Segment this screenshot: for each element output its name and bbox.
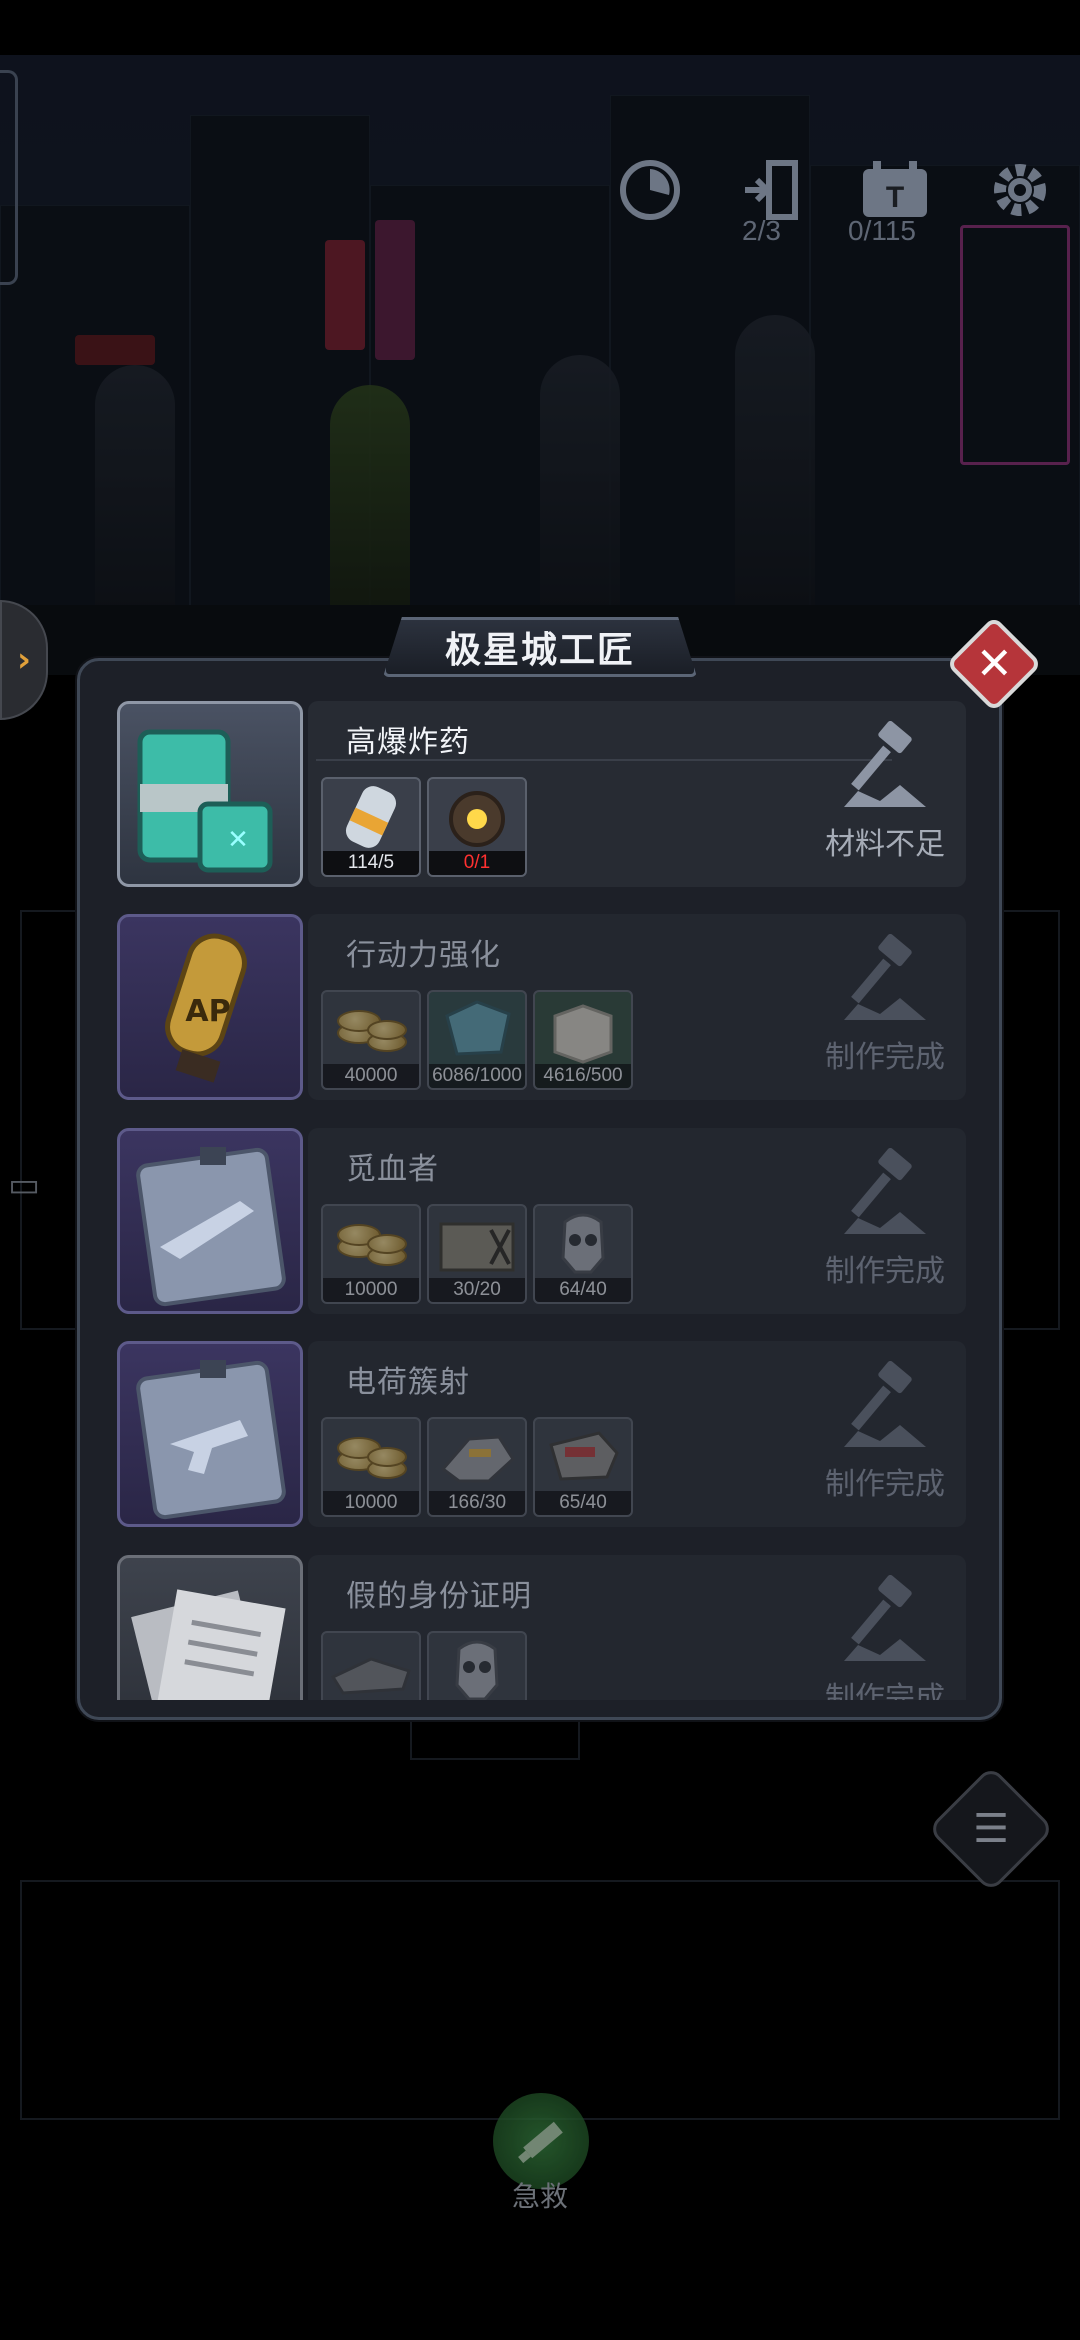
material-count: 6086/1000 [429, 1064, 525, 1088]
material-count: 114/5 [323, 851, 419, 875]
checklist-button[interactable]: ☰ [927, 1765, 1055, 1893]
explosive-crate-icon: ✕ [117, 701, 303, 887]
chevron-right-icon: › [16, 640, 31, 680]
supply-crate-icon [439, 1222, 515, 1272]
material-slot[interactable]: 114/5 [321, 777, 421, 877]
craft-hammer-icon [844, 721, 926, 807]
material-slot[interactable]: 30/20 [427, 1204, 527, 1304]
craft-hammer-icon [844, 934, 926, 1020]
recipe-name: 行动力强化 [346, 938, 501, 973]
craft-status: 制作完成 [825, 1254, 945, 1289]
material-count: 64/40 [535, 1278, 631, 1302]
material-count: 10000 [323, 1278, 419, 1302]
material-slot[interactable]: 10000 [321, 1204, 421, 1304]
recipe-row[interactable]: ✕ 高爆炸药 114/5 0/1 材料不足 [100, 701, 970, 891]
recipe-row[interactable]: 觅血者 10000 30/20 64/40 制作完成 [100, 1128, 970, 1318]
pistol-blueprint-icon [117, 1341, 303, 1527]
recipe-row[interactable]: 电荷簇射 10000 166/30 65/40 制作完成 [100, 1341, 970, 1531]
side-frame [0, 70, 18, 285]
material-slot[interactable]: 6086/1000 [427, 990, 527, 1090]
first-aid-label: 急救 [511, 2180, 568, 2213]
door-count: 2/3 [742, 215, 781, 246]
material-count: 166/30 [429, 1491, 525, 1515]
capsule-icon [345, 786, 397, 848]
material-count: 40000 [323, 1064, 419, 1088]
dialog-title: 极星城工匠 [383, 617, 697, 677]
material-slot[interactable]: 10000 [321, 1417, 421, 1517]
craft-hammer-icon [844, 1575, 926, 1661]
recipe-name: 觅血者 [346, 1152, 439, 1187]
craft-status: 制作完成 [825, 1040, 945, 1075]
material-slot[interactable]: 40000 [321, 990, 421, 1090]
weapon-blueprint-icon [117, 1128, 303, 1314]
craft-hammer-icon [844, 1361, 926, 1447]
material-slot[interactable]: 4616/500 [533, 990, 633, 1090]
ap-booster-icon: AP [117, 914, 303, 1100]
craft-status[interactable]: 材料不足 [800, 819, 970, 863]
documents-icon [117, 1555, 303, 1700]
recipe-row[interactable]: AP 行动力强化 40000 6086/1000 4616/500 制作完成 [100, 914, 970, 1104]
recipe-list[interactable]: ✕ 高爆炸药 114/5 0/1 材料不足 AP 行动力强化 40000 608… [100, 700, 980, 1700]
svg-text:T: T [886, 181, 904, 214]
city-scene [0, 55, 1080, 675]
checklist-icon: ☰ [973, 1806, 1009, 1852]
recipe-name: 电荷簇射 [346, 1365, 470, 1400]
recipe-name: 高爆炸药 [346, 725, 470, 760]
material-slot[interactable]: 0/1 [427, 777, 527, 877]
recipe-row[interactable]: 假的身份证明 制作完成 [100, 1555, 970, 1700]
scrap-icon [330, 1657, 411, 1695]
craft-hammer-icon [844, 1148, 926, 1234]
svg-text:✕: ✕ [227, 825, 249, 855]
cube-block-icon [553, 1004, 613, 1064]
skull-mask-icon [455, 1640, 499, 1700]
craft-status: 制作完成 [825, 1467, 945, 1502]
material-slot[interactable]: 65/40 [533, 1417, 633, 1517]
crystal-ore-icon [445, 1000, 511, 1056]
material-count: 65/40 [535, 1491, 631, 1515]
recipe-name: 假的身份证明 [346, 1579, 532, 1614]
device-part-icon [549, 1431, 619, 1481]
material-count: 10000 [323, 1491, 419, 1515]
svg-text:AP: AP [185, 994, 230, 1029]
chat-icon[interactable]: ▭ [8, 1165, 40, 1205]
mech-part-icon [440, 1435, 515, 1483]
material-slot[interactable] [427, 1631, 527, 1700]
material-slot[interactable]: 166/30 [427, 1417, 527, 1517]
craft-status: 制作完成 [825, 1681, 945, 1700]
material-slot[interactable] [321, 1631, 421, 1700]
material-count: 4616/500 [535, 1064, 631, 1088]
timer-icon[interactable] [610, 150, 690, 230]
material-count: 30/20 [429, 1278, 525, 1302]
material-count: 0/1 [429, 851, 525, 875]
ticket-count: 0/115 [848, 215, 916, 246]
material-slot[interactable]: 64/40 [533, 1204, 633, 1304]
close-icon: ✕ [975, 638, 1013, 689]
gear-icon[interactable] [980, 150, 1060, 230]
orb-core-icon [449, 791, 505, 847]
skull-mask-icon [561, 1213, 605, 1274]
